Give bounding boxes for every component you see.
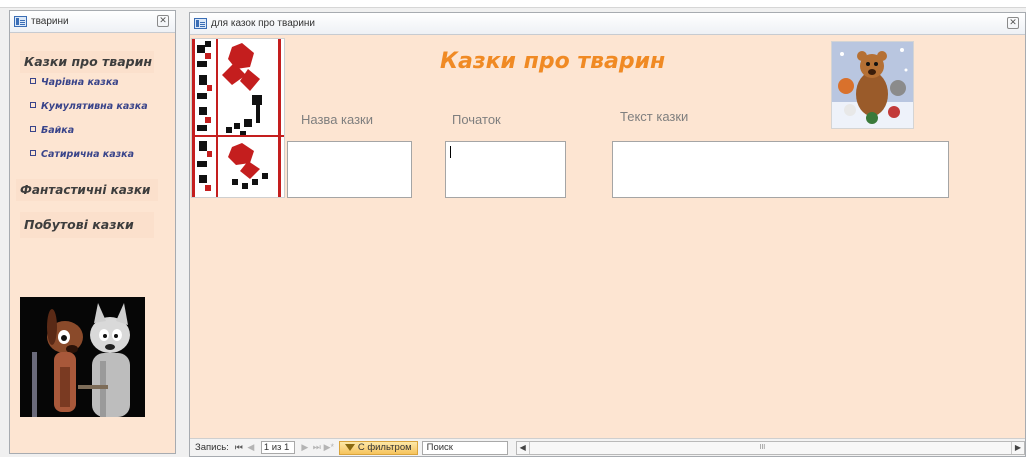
filter-icon [344, 444, 355, 451]
nav-sub-cumulative-tale[interactable]: Кумулятивна казка [30, 101, 148, 112]
label-tale-name: Назва казки [301, 112, 374, 127]
text-caret [450, 146, 451, 158]
nav-form-window: тварини ✕ Казки про тварин Чарівна казка… [9, 10, 176, 454]
first-record-button[interactable]: ⏮ [233, 442, 245, 453]
nav-form-titlebar[interactable]: тварини ✕ [10, 11, 175, 33]
tales-form-window: для казок про тварини ✕ Казки про тварин… [189, 12, 1026, 457]
nav-sub-label: Байка [41, 125, 75, 136]
cartoon-dog-and-wolf-image [20, 297, 145, 417]
last-record-button[interactable]: ⏭ [311, 442, 323, 453]
current-record-input[interactable]: 1 из 1 [260, 441, 295, 454]
nav-everyday-tales[interactable]: Побутові казки [20, 212, 154, 238]
scroll-left-arrow-icon[interactable]: ◀ [517, 441, 530, 454]
form-heading: Казки про тварин [440, 49, 666, 74]
access-workspace: тварини ✕ Казки про тварин Чарівна казка… [0, 0, 1026, 457]
nav-sub-label: Чарівна казка [41, 77, 119, 88]
nav-sub-fable[interactable]: Байка [30, 125, 74, 136]
embroidery-ornament-image [191, 38, 285, 198]
label-beginning: Початок [452, 112, 501, 127]
close-icon[interactable]: ✕ [1007, 17, 1019, 29]
tales-form-title: для казок про тварини [211, 18, 316, 29]
form-icon [194, 18, 207, 29]
tale-name-field[interactable] [287, 141, 412, 198]
nav-fantastic-tales[interactable]: Фантастичні казки [16, 179, 158, 201]
filter-label: С фильтром [357, 441, 412, 453]
nav-sub-satirical-tale[interactable]: Сатирична казка [30, 149, 134, 160]
previous-record-button[interactable]: ◀ [245, 442, 257, 453]
nav-sub-label: Кумулятивна казка [41, 101, 148, 112]
form-icon [14, 16, 27, 27]
tales-form-titlebar[interactable]: для казок про тварини ✕ [190, 13, 1025, 35]
ribbon-edge [0, 0, 1026, 8]
scroll-right-arrow-icon[interactable]: ▶ [1011, 441, 1024, 454]
nav-animal-tales[interactable]: Казки про тварин [20, 51, 154, 73]
nav-form-title: тварини [31, 16, 69, 27]
filter-toggle-button[interactable]: С фильтром [338, 440, 418, 455]
new-record-button[interactable]: ▶* [323, 442, 335, 453]
close-icon[interactable]: ✕ [157, 15, 169, 27]
record-navigation-bar: Запись: ⏮ ◀ 1 из 1 ▶ ⏭ ▶* С фильтром Пои… [190, 438, 1025, 456]
beginning-field[interactable] [445, 141, 566, 198]
horizontal-scrollbar[interactable]: ◀ III ▶ [515, 440, 1025, 455]
nav-sub-label: Сатирична казка [41, 149, 135, 160]
nav-sub-magic-tale[interactable]: Чарівна казка [30, 77, 119, 88]
next-record-button[interactable]: ▶ [299, 442, 311, 453]
search-input[interactable]: Поиск [421, 440, 508, 455]
cartoon-animals-image [831, 41, 914, 129]
record-label: Запись: [195, 442, 229, 453]
label-tale-text: Текст казки [620, 109, 689, 124]
scroll-thumb[interactable]: III [531, 442, 994, 454]
tale-text-field[interactable] [612, 141, 949, 198]
